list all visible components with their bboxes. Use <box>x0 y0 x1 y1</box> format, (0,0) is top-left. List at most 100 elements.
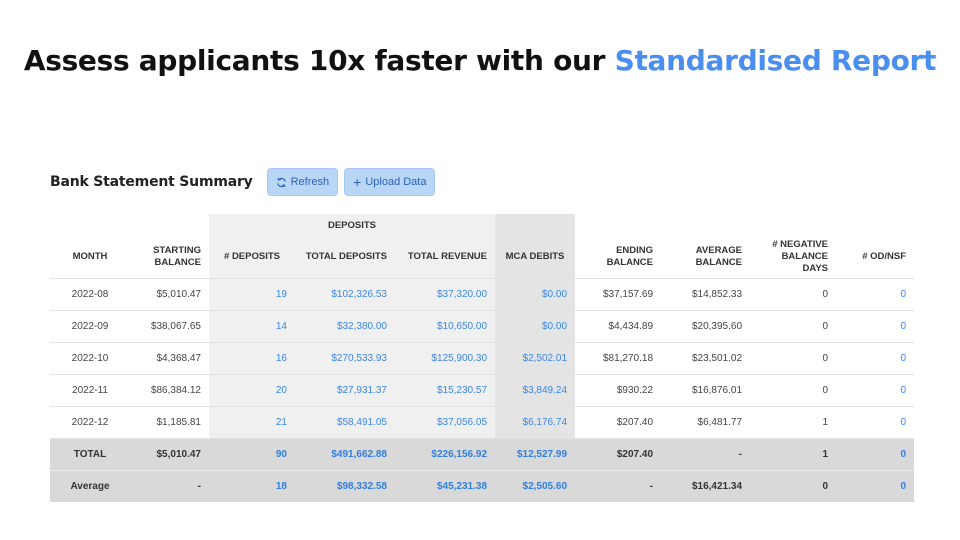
cell-average-balance: $6,481.77 <box>661 406 751 439</box>
average-ending-balance: - <box>575 470 662 502</box>
upload-label: Upload Data <box>365 176 427 188</box>
average-starting-balance: - <box>130 470 209 502</box>
cell-total-revenue[interactable]: $37,056.05 <box>395 406 496 439</box>
col-num-deposits: # DEPOSITS <box>209 236 295 279</box>
refresh-label: Refresh <box>290 176 330 188</box>
cell-neg-balance-days: 0 <box>750 310 837 343</box>
cell-mca-debits[interactable]: $0.00 <box>495 310 576 343</box>
cell-total-deposits[interactable]: $58,491.05 <box>295 406 395 439</box>
cell-od-nsf[interactable]: 0 <box>836 310 915 343</box>
cell-total-revenue[interactable]: $15,230.57 <box>395 374 496 407</box>
total-num-deposits[interactable]: 90 <box>209 438 295 471</box>
cell-starting-balance: $1,185.81 <box>130 406 209 439</box>
cell-starting-balance: $86,384.12 <box>130 374 209 407</box>
table-row: 2022-09 $38,067.65 14 $32,380.00 $10,650… <box>50 310 915 343</box>
average-row: Average - 18 $98,332.58 $45,231.38 $2,50… <box>50 470 915 502</box>
average-total-revenue[interactable]: $45,231.38 <box>395 470 496 502</box>
average-label: Average <box>50 470 130 502</box>
total-od-nsf[interactable]: 0 <box>836 438 915 471</box>
cell-total-deposits[interactable]: $27,931.37 <box>295 374 395 407</box>
total-average-balance: - <box>661 438 751 471</box>
headline-accent: Standardised Report <box>614 44 937 77</box>
headline-text: Assess applicants 10x faster with our <box>23 44 615 77</box>
col-total-revenue: TOTAL REVENUE <box>395 236 496 279</box>
cell-ending-balance: $4,434.89 <box>575 310 662 343</box>
col-ending-balance: ENDING BALANCE <box>606 245 654 268</box>
cell-total-deposits[interactable]: $270,533.93 <box>295 342 395 375</box>
table-row: 2022-11 $86,384.12 20 $27,931.37 $15,230… <box>50 374 915 407</box>
average-num-deposits[interactable]: 18 <box>209 470 295 502</box>
table-row: 2022-08 $5,010.47 19 $102,326.53 $37,320… <box>50 278 915 311</box>
cell-num-deposits[interactable]: 21 <box>209 406 295 439</box>
col-mca-debits: MCA DEBITS <box>495 236 576 279</box>
cell-ending-balance: $207.40 <box>575 406 662 439</box>
total-total-deposits[interactable]: $491,662.88 <box>295 438 395 471</box>
summary-title: Bank Statement Summary <box>50 174 253 190</box>
cell-average-balance: $23,501.02 <box>661 342 751 375</box>
total-mca-debits[interactable]: $12,527.99 <box>495 438 576 471</box>
cell-month: 2022-08 <box>50 278 130 311</box>
cell-ending-balance: $81,270.18 <box>575 342 662 375</box>
cell-neg-balance-days: 1 <box>750 406 837 439</box>
col-starting-balance: STARTING BALANCE <box>153 245 201 268</box>
cell-total-revenue[interactable]: $10,650.00 <box>395 310 496 343</box>
cell-num-deposits[interactable]: 19 <box>209 278 295 311</box>
cell-ending-balance: $37,157.69 <box>575 278 662 311</box>
cell-average-balance: $16,876.01 <box>661 374 751 407</box>
cell-mca-debits[interactable]: $3,849.24 <box>495 374 576 407</box>
total-ending-balance: $207.40 <box>575 438 662 471</box>
col-neg-balance-days: # NEGATIVE BALANCE DAYS <box>772 239 829 274</box>
headline: Assess applicants 10x faster with our St… <box>0 42 960 80</box>
cell-od-nsf[interactable]: 0 <box>836 278 915 311</box>
col-total-deposits: TOTAL DEPOSITS <box>295 236 395 279</box>
cell-month: 2022-10 <box>50 342 130 375</box>
total-starting-balance: $5,010.47 <box>130 438 209 471</box>
cell-mca-debits[interactable]: $6,176.74 <box>495 406 576 439</box>
table-row: 2022-12 $1,185.81 21 $58,491.05 $37,056.… <box>50 406 915 439</box>
average-average-balance: $16,421.34 <box>661 470 751 502</box>
cell-total-revenue[interactable]: $37,320.00 <box>395 278 496 311</box>
col-month: MONTH <box>72 251 108 262</box>
deposits-group-header: DEPOSITS <box>209 214 496 236</box>
cell-num-deposits[interactable]: 16 <box>209 342 295 375</box>
cell-total-revenue[interactable]: $125,900.30 <box>395 342 496 375</box>
cell-month: 2022-11 <box>50 374 130 407</box>
total-total-revenue[interactable]: $226,156.92 <box>395 438 496 471</box>
cell-month: 2022-12 <box>50 406 130 439</box>
average-total-deposits[interactable]: $98,332.58 <box>295 470 395 502</box>
cell-od-nsf[interactable]: 0 <box>836 374 915 407</box>
col-od-nsf: # OD/NSF <box>862 251 907 262</box>
upload-data-button[interactable]: + Upload Data <box>344 168 436 196</box>
cell-od-nsf[interactable]: 0 <box>836 406 915 439</box>
total-row: TOTAL $5,010.47 90 $491,662.88 $226,156.… <box>50 438 915 471</box>
cell-starting-balance: $4,368.47 <box>130 342 209 375</box>
cell-average-balance: $20,395.60 <box>661 310 751 343</box>
average-neg-balance-days: 0 <box>750 470 837 502</box>
cell-month: 2022-09 <box>50 310 130 343</box>
total-neg-balance-days: 1 <box>750 438 837 471</box>
cell-mca-debits[interactable]: $2,502.01 <box>495 342 576 375</box>
plus-icon: + <box>353 174 362 190</box>
total-label: TOTAL <box>50 438 130 471</box>
cell-average-balance: $14,852.33 <box>661 278 751 311</box>
refresh-button[interactable]: Refresh <box>266 168 339 196</box>
cell-neg-balance-days: 0 <box>750 278 837 311</box>
cell-starting-balance: $38,067.65 <box>130 310 209 343</box>
cell-num-deposits[interactable]: 14 <box>209 310 295 343</box>
cell-starting-balance: $5,010.47 <box>130 278 209 311</box>
cell-total-deposits[interactable]: $102,326.53 <box>295 278 395 311</box>
bank-statement-table: DEPOSITS MONTH STARTING BALANCE # DEPOSI… <box>50 214 915 502</box>
summary-toolbar: Bank Statement Summary Refresh + Upload … <box>50 167 436 197</box>
col-average-balance: AVERAGE BALANCE <box>695 245 743 268</box>
cell-num-deposits[interactable]: 20 <box>209 374 295 407</box>
cell-neg-balance-days: 0 <box>750 374 837 407</box>
cell-od-nsf[interactable]: 0 <box>836 342 915 375</box>
cell-ending-balance: $930.22 <box>575 374 662 407</box>
average-mca-debits[interactable]: $2,505.60 <box>495 470 576 502</box>
average-od-nsf[interactable]: 0 <box>836 470 915 502</box>
table-row: 2022-10 $4,368.47 16 $270,533.93 $125,90… <box>50 342 915 375</box>
cell-total-deposits[interactable]: $32,380.00 <box>295 310 395 343</box>
refresh-icon <box>276 177 286 187</box>
cell-mca-debits[interactable]: $0.00 <box>495 278 576 311</box>
cell-neg-balance-days: 0 <box>750 342 837 375</box>
